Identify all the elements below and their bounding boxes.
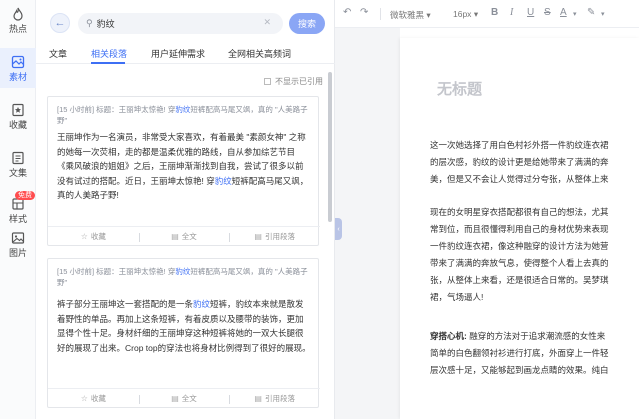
document-icon: ▤ bbox=[171, 394, 179, 403]
document-paragraph[interactable]: 这一次她选择了用白色村衫外搭一件豹纹连衣裙 的层次感，豹纹的设计更是给她带来了满… bbox=[430, 137, 639, 188]
star-icon: ☆ bbox=[80, 232, 88, 241]
paragraph-heading: 穿搭心机: bbox=[430, 331, 467, 341]
undo-icon[interactable]: ↶ bbox=[343, 7, 351, 18]
panel-scrollbar[interactable] bbox=[328, 72, 332, 222]
collapse-panel-handle[interactable]: ‹ bbox=[335, 218, 342, 240]
font-color-button[interactable]: A bbox=[560, 7, 567, 18]
source-keyword: 豹纹 bbox=[175, 267, 191, 276]
font-size-select[interactable]: 16px ▾ bbox=[453, 9, 478, 20]
font-size-value: 16px bbox=[453, 9, 472, 19]
source-text: [15 小时前] 标题：王丽坤太惊艳! 穿 bbox=[57, 105, 176, 114]
nav-label-style: 样式 bbox=[8, 213, 27, 224]
tab-user-extended-needs[interactable]: 用户延伸需求 bbox=[151, 47, 205, 60]
document-title[interactable]: 无标题 bbox=[437, 78, 482, 99]
body-keyword: 豹纹 bbox=[193, 299, 211, 309]
cite-paragraph-button[interactable]: ▤ 引用段落 bbox=[229, 389, 320, 408]
body-text: 裤子部分王丽坤这一套搭配的是一条 bbox=[57, 299, 194, 309]
full-text-label: 全文 bbox=[181, 394, 197, 403]
underline-button[interactable]: U bbox=[527, 7, 534, 18]
bold-button[interactable]: B bbox=[491, 7, 498, 18]
italic-button[interactable]: I bbox=[510, 7, 513, 18]
free-badge: 免费 bbox=[15, 191, 35, 200]
clear-icon[interactable]: ✕ bbox=[263, 17, 271, 28]
star-icon: ☆ bbox=[80, 394, 88, 403]
nav-label-hot: 热点 bbox=[8, 23, 27, 34]
font-family-value: 微软雅黑 bbox=[390, 10, 425, 20]
nav-item-favorites[interactable]: 收藏 bbox=[0, 96, 36, 136]
document-page[interactable]: 无标题 这一次她选择了用白色村衫外搭一件豹纹连衣裙 的层次感，豹纹的设计更是给她… bbox=[400, 38, 639, 419]
cite-label: 引用段落 bbox=[264, 394, 295, 403]
left-nav-rail: 热点 素材 收藏 文集 免费 样式 图片 bbox=[0, 0, 36, 419]
nav-item-hot[interactable]: 热点 bbox=[0, 0, 36, 40]
cite-icon: ▤ bbox=[254, 232, 262, 241]
chevron-down-icon[interactable]: ▾ bbox=[601, 10, 605, 18]
paragraph-card: [15 小时前] 标题：王丽坤太惊艳! 穿豹纹短裤配高马尾又飒，真的 "人美路子… bbox=[47, 96, 320, 246]
cite-icon: ▤ bbox=[254, 394, 262, 403]
chevron-left-icon: ‹ bbox=[337, 225, 340, 233]
card-source: [15 小时前] 标题：王丽坤太惊艳! 穿豹纹短裤配高马尾又飒，真的 "人美路子… bbox=[57, 104, 311, 126]
chevron-down-icon: ▾ bbox=[426, 10, 431, 20]
document-paragraph[interactable]: 现在的女明星穿衣搭配都很有自己的想法，尤其 常到位，而且很懂得利用自己的身材优势… bbox=[430, 204, 639, 306]
search-button[interactable]: 搜索 bbox=[289, 13, 325, 34]
card-body: 王丽坤作为一名演员，非常受大家喜欢，有着最美 "素颜女神" 之称的她每一次荧相，… bbox=[57, 130, 311, 203]
nav-label-collection: 文集 bbox=[8, 167, 27, 178]
tab-articles[interactable]: 文章 bbox=[49, 47, 67, 60]
full-text-button[interactable]: ▤ 全文 bbox=[138, 389, 230, 408]
flame-icon bbox=[13, 7, 23, 21]
material-icon bbox=[11, 55, 25, 68]
cite-paragraph-button[interactable]: ▤ 引用段落 bbox=[229, 227, 320, 246]
active-tab-indicator bbox=[91, 62, 125, 64]
full-text-button[interactable]: ▤ 全文 bbox=[138, 227, 230, 246]
result-tabs: 文章 相关段落 用户延伸需求 全网相关高频词 bbox=[36, 44, 335, 64]
favorite-button[interactable]: ☆ 收藏 bbox=[48, 389, 139, 408]
card-body: 裤子部分王丽坤这一套搭配的是一条豹纹短裤，豹纹本来就是散发着野性的单品。再加上这… bbox=[57, 297, 311, 355]
tab-hot-words[interactable]: 全网相关高频词 bbox=[228, 47, 291, 60]
cite-label: 引用段落 bbox=[264, 232, 295, 241]
card-actions: ☆ 收藏 ▤ 全文 ▤ 引用段落 bbox=[48, 226, 320, 246]
nav-label-favorites: 收藏 bbox=[8, 119, 27, 130]
chevron-down-icon[interactable]: ▾ bbox=[573, 10, 577, 18]
material-search-panel: ← ⚲ ✕ 搜索 文章 相关段落 用户延伸需求 全网相关高频词 不显示已引用 [… bbox=[36, 0, 335, 419]
card-actions: ☆ 收藏 ▤ 全文 ▤ 引用段落 bbox=[48, 388, 320, 408]
document-icon: ▤ bbox=[171, 232, 179, 241]
body-keyword: 豹纹 bbox=[214, 175, 232, 186]
back-arrow-icon[interactable]: ← bbox=[50, 13, 70, 33]
hide-cited-checkbox[interactable] bbox=[264, 78, 271, 85]
paragraph-card: [15 小时前] 标题：王丽坤太惊艳! 穿豹纹短裤配高马尾又飒，真的 "人美路子… bbox=[47, 258, 320, 408]
favorite-label: 收藏 bbox=[90, 232, 106, 241]
hide-cited-toggle[interactable]: 不显示已引用 bbox=[264, 76, 323, 87]
card-source: [15 小时前] 标题：王丽坤太惊艳! 穿豹纹短裤配高马尾又飒，真的 "人美路子… bbox=[57, 266, 311, 288]
star-doc-icon bbox=[12, 103, 24, 116]
nav-item-image[interactable]: 图片 bbox=[0, 224, 36, 264]
chevron-down-icon: ▾ bbox=[473, 9, 479, 19]
tab-related-paragraphs[interactable]: 相关段落 bbox=[91, 47, 127, 60]
hide-cited-label: 不显示已引用 bbox=[275, 77, 323, 86]
nav-item-collection[interactable]: 文集 bbox=[0, 144, 36, 184]
editor-background bbox=[335, 0, 400, 419]
app-window: 热点 素材 收藏 文集 免费 样式 图片 ← ⚲ ✕ bbox=[0, 0, 639, 419]
favorite-button[interactable]: ☆ 收藏 bbox=[48, 227, 139, 246]
toolbar-divider bbox=[380, 8, 381, 20]
nav-label-material: 素材 bbox=[8, 71, 27, 82]
search-box: ⚲ ✕ bbox=[78, 13, 283, 34]
search-icon: ⚲ bbox=[86, 18, 93, 28]
strikethrough-button[interactable]: S bbox=[544, 7, 551, 18]
highlight-pen-icon[interactable]: ✎ bbox=[587, 7, 595, 18]
document-paragraph[interactable]: 穿搭心机: 融穿的方法对于追求潮流感的女性来 简单的白色翻领衬衫进行打底，外面穿… bbox=[430, 328, 639, 379]
image-icon bbox=[11, 231, 25, 244]
nav-label-image: 图片 bbox=[8, 247, 27, 258]
redo-icon[interactable]: ↷ bbox=[360, 7, 368, 18]
full-text-label: 全文 bbox=[181, 232, 197, 241]
collection-icon bbox=[12, 151, 24, 164]
nav-item-material[interactable]: 素材 bbox=[0, 48, 36, 88]
source-keyword: 豹纹 bbox=[175, 105, 191, 114]
search-input[interactable] bbox=[96, 18, 247, 29]
font-family-select[interactable]: 微软雅黑 ▾ bbox=[390, 9, 431, 21]
editor-toolbar: ↶ ↷ 微软雅黑 ▾ 16px ▾ B I U S A ▾ ✎ ▾ bbox=[335, 0, 639, 28]
favorite-label: 收藏 bbox=[90, 394, 106, 403]
source-text: [15 小时前] 标题：王丽坤太惊艳! 穿 bbox=[57, 267, 176, 276]
